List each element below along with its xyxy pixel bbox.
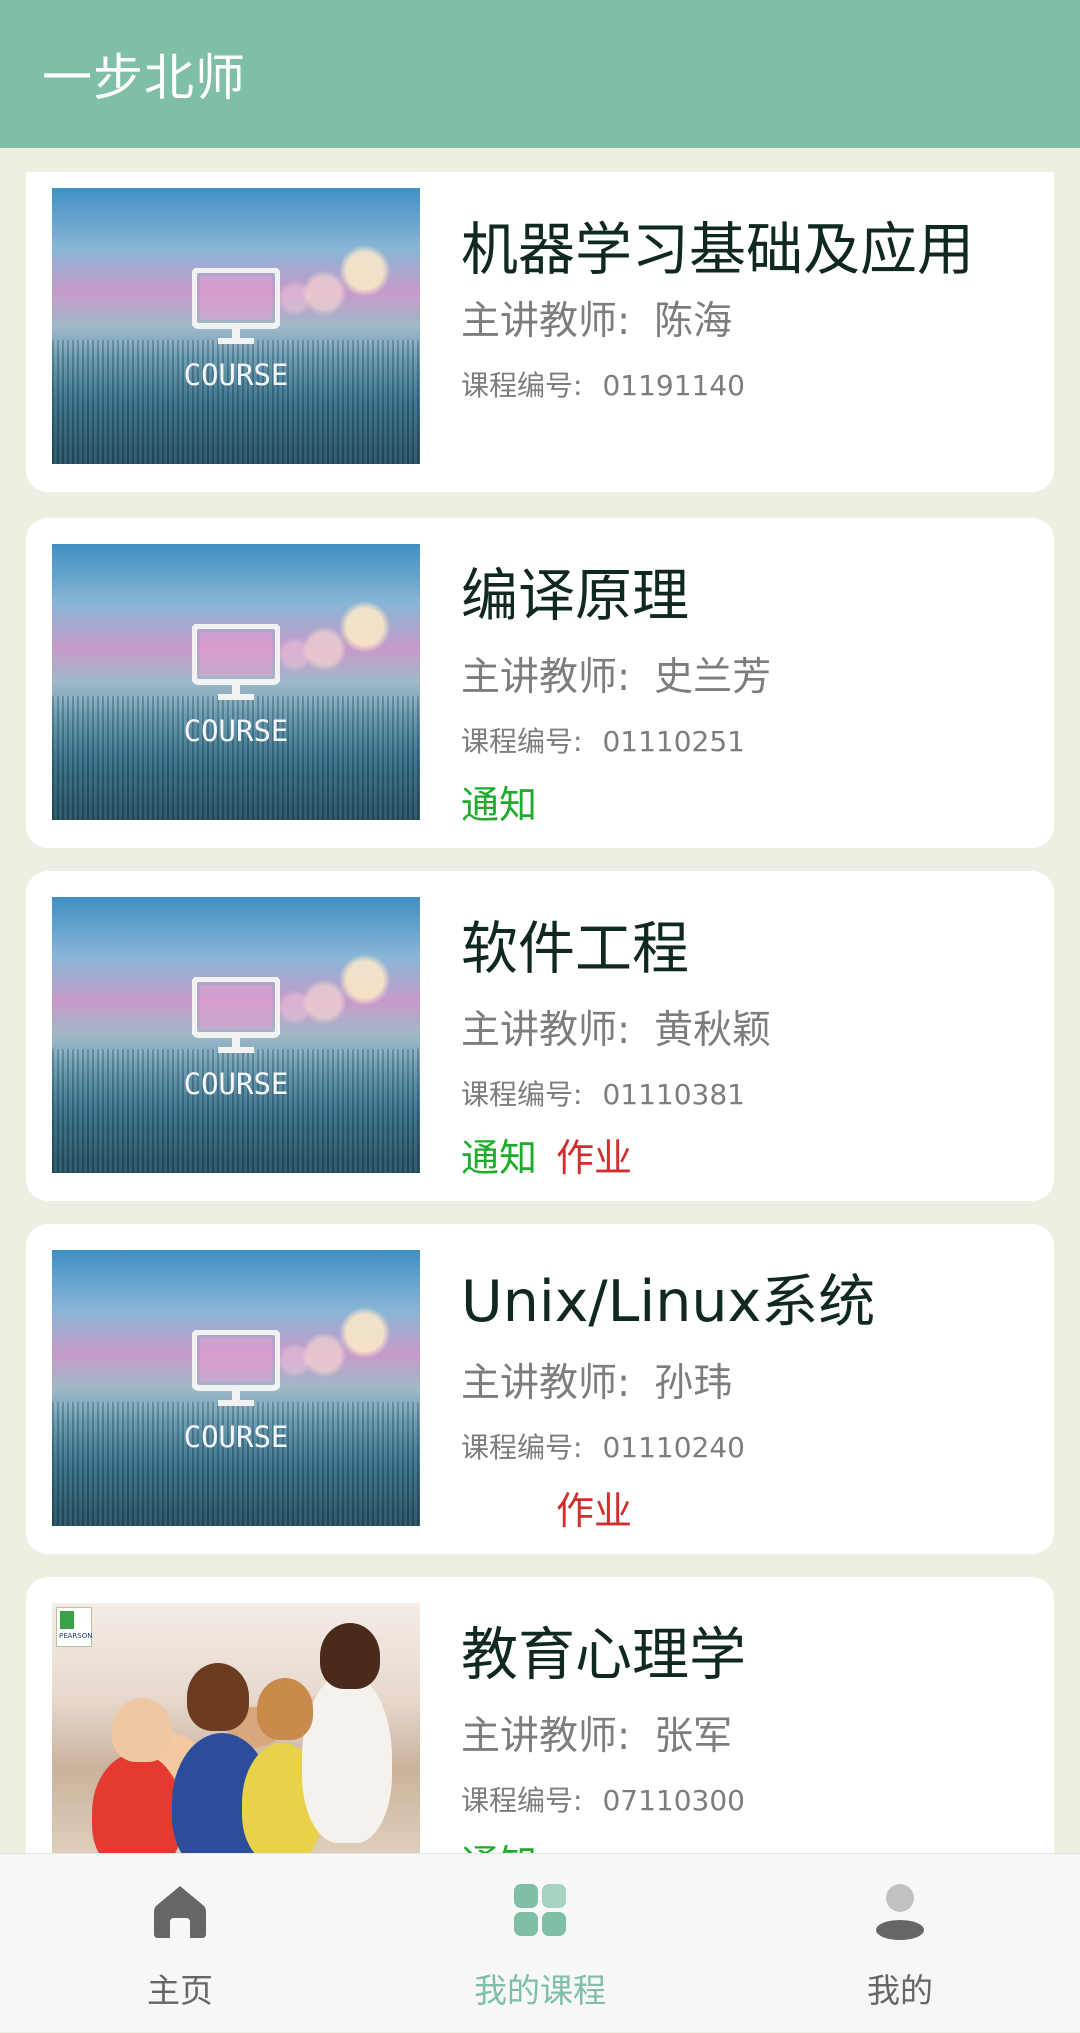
course-thumbnail: COURSE — [52, 897, 420, 1173]
course-title: 编译原理 — [461, 563, 689, 629]
course-thumbnail: PEARSON — [52, 1603, 420, 1853]
nav-profile-label: 我的 — [867, 1971, 933, 2010]
home-icon — [154, 1886, 206, 1938]
course-title: Unix/Linux系统 — [461, 1269, 876, 1335]
monitor-icon — [192, 977, 280, 1053]
course-teacher: 主讲教师: 张军 — [461, 1714, 733, 1759]
app-bar: 一步北师 — [0, 0, 1080, 148]
nav-my-courses-label: 我的课程 — [474, 1971, 606, 2010]
course-code: 课程编号: 01110251 — [461, 725, 745, 758]
monitor-icon — [192, 268, 280, 344]
course-teacher: 主讲教师: 史兰芳 — [461, 655, 772, 700]
notice-tag[interactable]: 通知 — [461, 774, 537, 829]
notice-tag[interactable]: 通知 — [461, 1127, 537, 1182]
course-thumbnail: COURSE — [52, 188, 420, 464]
thumbnail-caption: COURSE — [183, 1420, 289, 1454]
course-list[interactable]: COURSE 机器学习基础及应用 主讲教师: 陈海 课程编号: 01191140 C… — [0, 148, 1080, 1853]
course-code: 课程编号: 01110240 — [461, 1431, 745, 1464]
nav-profile[interactable]: 我的 — [720, 1854, 1080, 2033]
monitor-icon — [192, 1330, 280, 1406]
thumbnail-caption: COURSE — [183, 1067, 289, 1101]
course-title: 机器学习基础及应用 — [461, 217, 974, 283]
course-card[interactable]: PEARSON 教育心理学 主讲教师:张军 课程编号:07110300 通知 — [26, 1577, 1054, 1853]
course-card[interactable]: COURSE 机器学习基础及应用 主讲教师: 陈海 课程编号: 01191140 — [26, 172, 1054, 492]
publisher-logo: PEARSON — [56, 1607, 93, 1647]
homework-tag[interactable]: 作业 — [556, 1480, 632, 1535]
course-code: 课程编号: 01110381 — [461, 1078, 745, 1111]
nav-home[interactable]: 主页 — [0, 1854, 360, 2033]
course-teacher: 主讲教师: 黄秋颖 — [461, 1008, 772, 1053]
person-icon — [876, 1884, 924, 1940]
course-teacher: 主讲教师: 陈海 — [461, 299, 733, 344]
homework-tag[interactable]: 作业 — [556, 1127, 632, 1182]
nav-my-courses[interactable]: 我的课程 — [360, 1854, 720, 2033]
bottom-nav: 主页 我的课程 我的 — [0, 1853, 1080, 2032]
course-title: 软件工程 — [461, 916, 689, 982]
nav-home-label: 主页 — [147, 1971, 213, 2010]
course-teacher: 主讲教师: 孙玮 — [461, 1361, 733, 1406]
course-card[interactable]: COURSE 编译原理 主讲教师: 史兰芳 课程编号: 01110251 通知 — [26, 518, 1054, 848]
monitor-icon — [192, 624, 280, 700]
app-title: 一步北师 — [42, 49, 246, 107]
course-title: 教育心理学 — [461, 1622, 746, 1688]
thumbnail-caption: COURSE — [183, 714, 289, 748]
course-thumbnail: COURSE — [52, 1250, 420, 1526]
course-thumbnail: COURSE — [52, 544, 420, 820]
grid-icon — [514, 1884, 566, 1936]
course-card[interactable]: COURSE Unix/Linux系统 主讲教师: 孙玮 课程编号: 0111024… — [26, 1224, 1054, 1554]
course-card[interactable]: COURSE 软件工程 主讲教师: 黄秋颖 课程编号: 01110381 通知 作业 — [26, 871, 1054, 1201]
course-code: 课程编号: 07110300 — [461, 1784, 745, 1817]
thumbnail-caption: COURSE — [183, 358, 289, 392]
course-code: 课程编号: 01191140 — [461, 369, 745, 402]
notice-tag[interactable]: 通知 — [461, 1833, 537, 1853]
